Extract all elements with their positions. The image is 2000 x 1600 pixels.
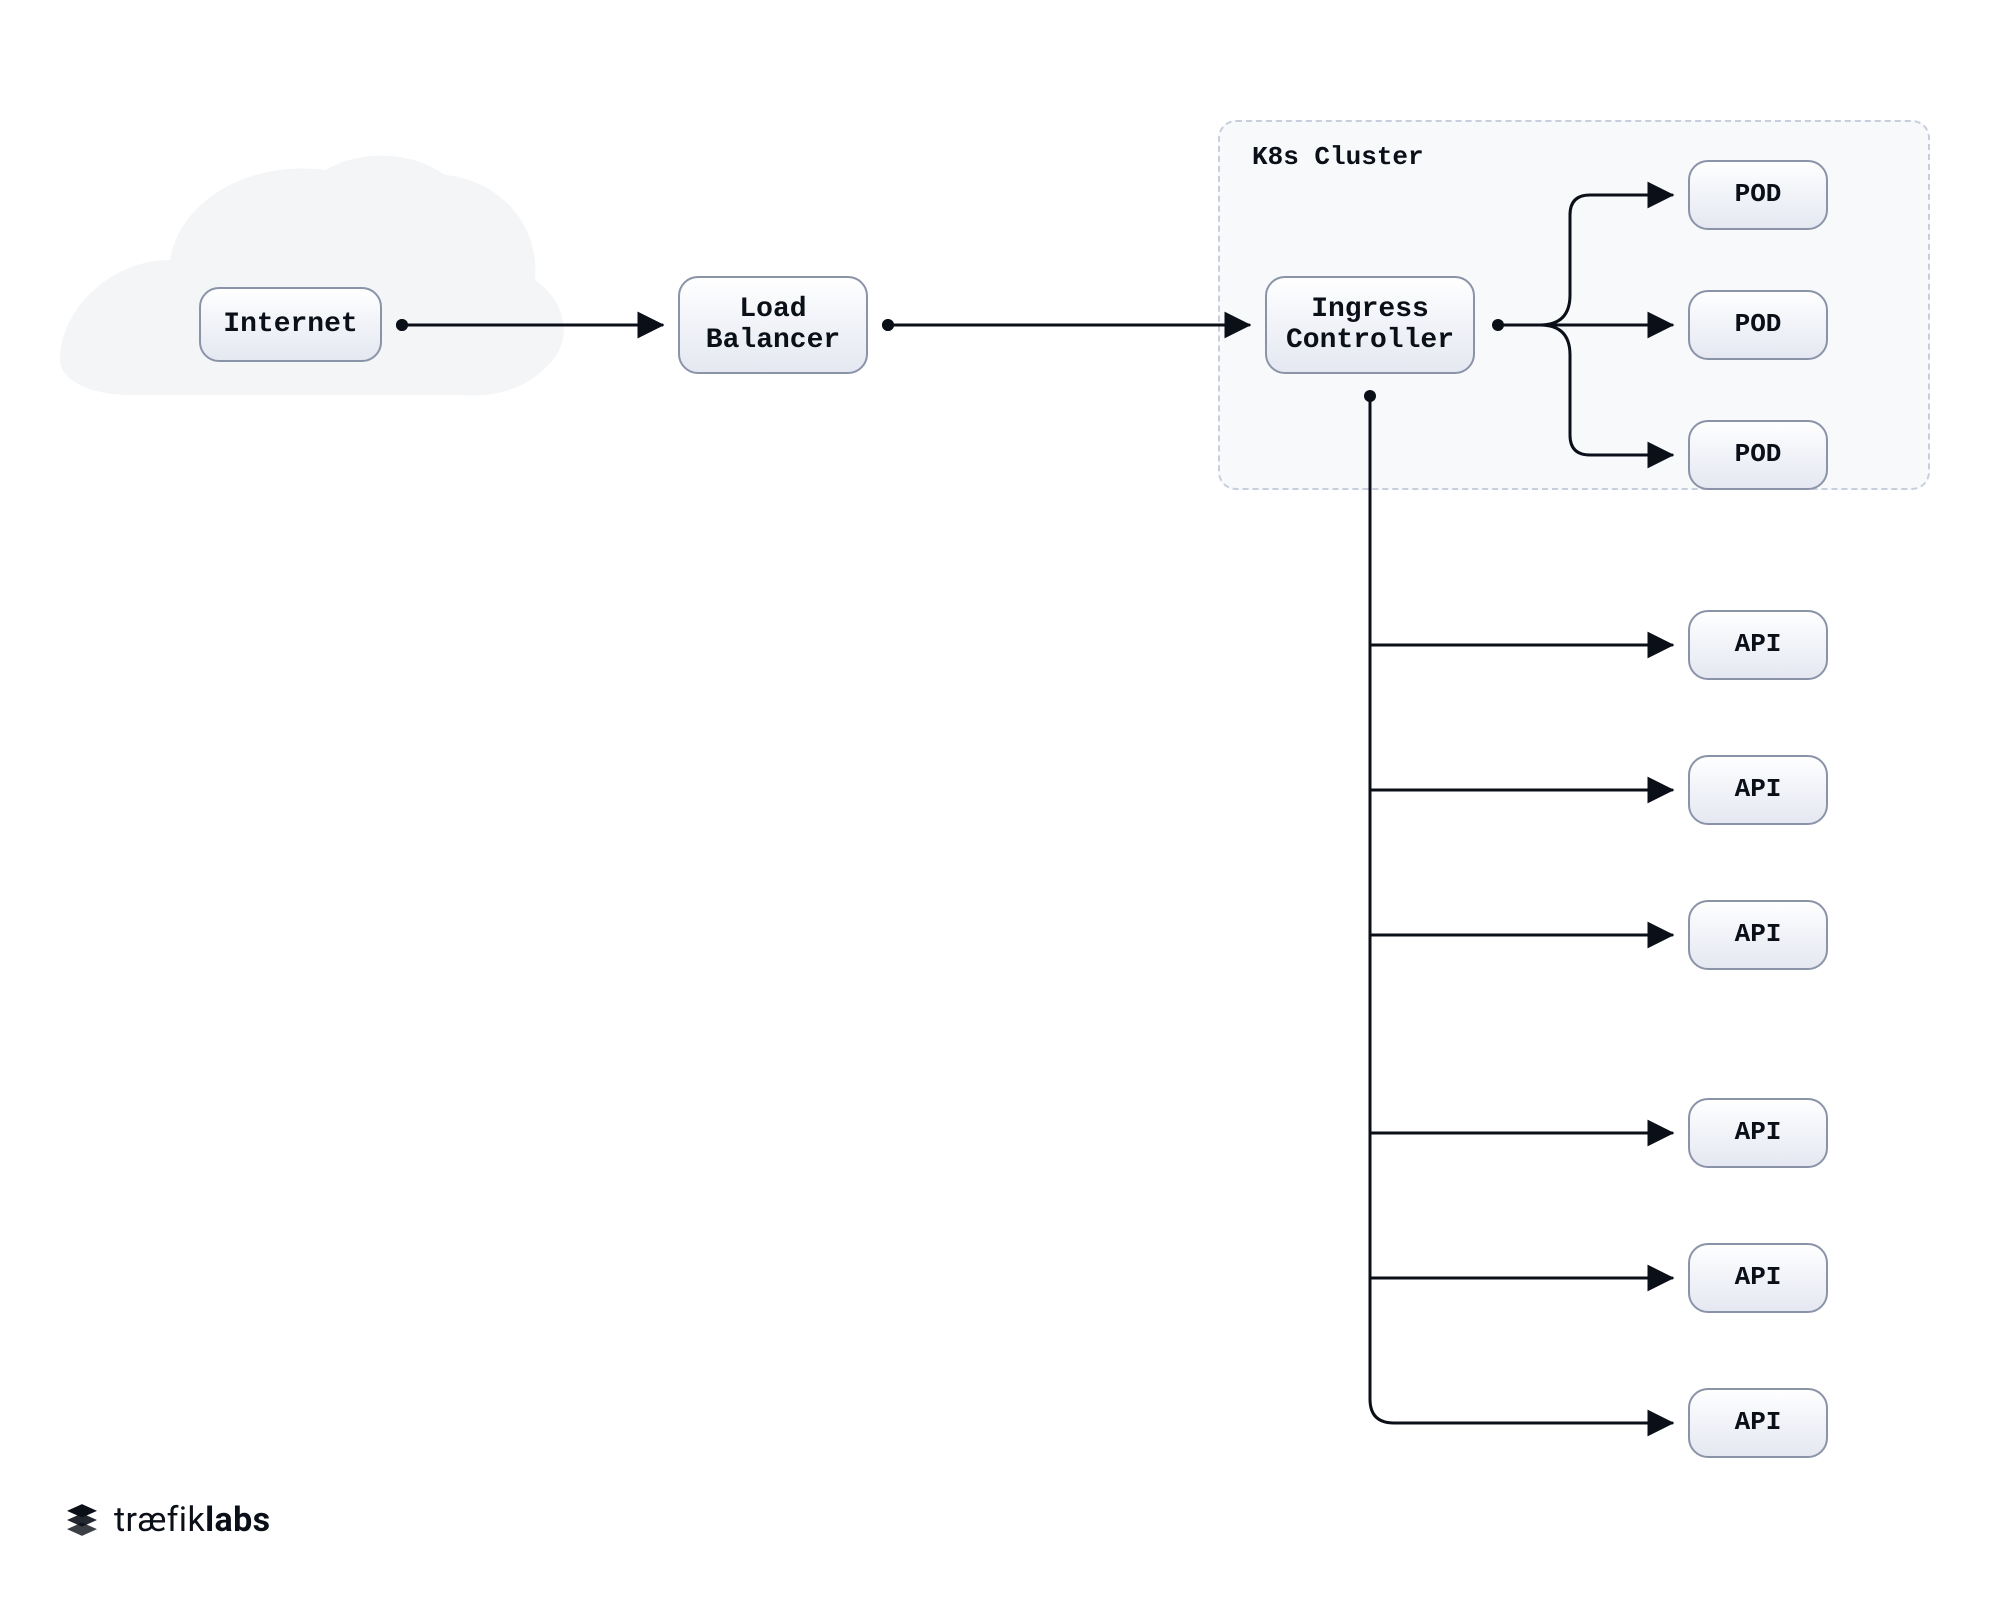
node-label: POD: [1735, 180, 1782, 209]
brand-part2: labs: [205, 1500, 270, 1540]
node-label: Internet: [223, 309, 357, 340]
pod-node-1: POD: [1688, 160, 1828, 230]
k8s-cluster-title: K8s Cluster: [1252, 142, 1424, 172]
node-label: IngressController: [1286, 294, 1454, 357]
internet-node: Internet: [199, 287, 382, 362]
node-label: API: [1735, 920, 1782, 949]
brand-part1: træfik: [114, 1500, 205, 1540]
load-balancer-node: LoadBalancer: [678, 276, 868, 374]
api-node-4: API: [1688, 1098, 1828, 1168]
node-label: POD: [1735, 440, 1782, 469]
node-label: LoadBalancer: [706, 294, 840, 357]
node-label: API: [1735, 1118, 1782, 1147]
pod-node-2: POD: [1688, 290, 1828, 360]
api-node-2: API: [1688, 755, 1828, 825]
ingress-controller-node: IngressController: [1265, 276, 1475, 374]
node-label: API: [1735, 775, 1782, 804]
diagram-canvas: K8s Cluster Internet LoadBalancer Ingres…: [0, 0, 2000, 1600]
brand-logo: træfiklabs: [62, 1500, 270, 1540]
node-label: POD: [1735, 310, 1782, 339]
api-node-5: API: [1688, 1243, 1828, 1313]
node-label: API: [1735, 630, 1782, 659]
traefik-icon: [62, 1500, 102, 1540]
brand-wordmark: træfiklabs: [114, 1500, 270, 1540]
api-node-3: API: [1688, 900, 1828, 970]
node-label: API: [1735, 1408, 1782, 1437]
pod-node-3: POD: [1688, 420, 1828, 490]
api-node-1: API: [1688, 610, 1828, 680]
node-label: API: [1735, 1263, 1782, 1292]
api-node-6: API: [1688, 1388, 1828, 1458]
